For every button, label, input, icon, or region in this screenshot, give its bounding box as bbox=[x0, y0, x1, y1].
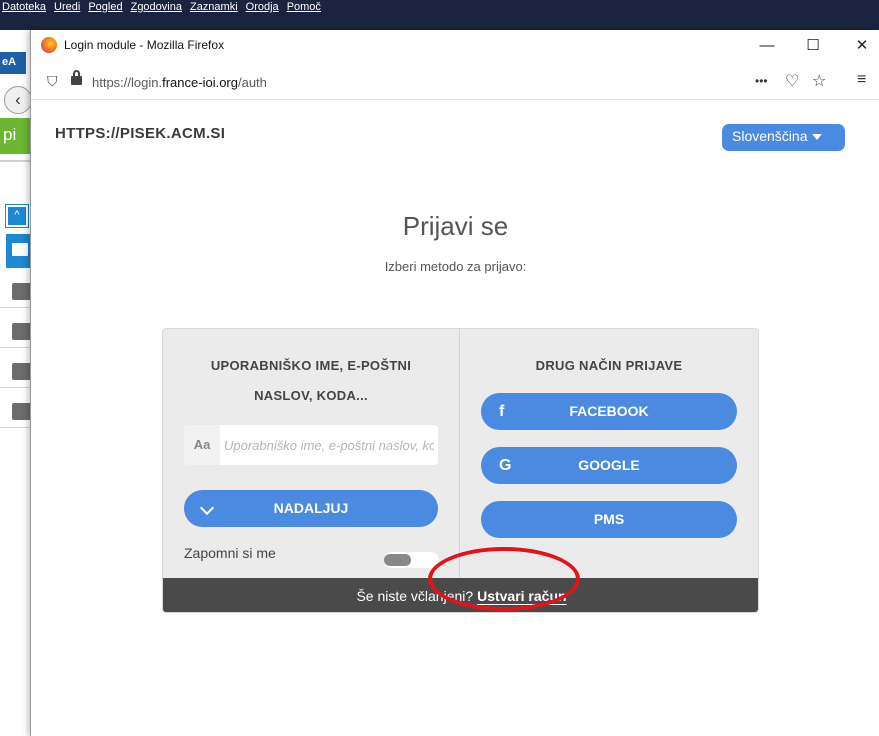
page-heading: Prijavi se bbox=[402, 211, 509, 241]
pms-label: PMS bbox=[593, 511, 625, 527]
menu-bookmarks[interactable]: Zaznamki bbox=[190, 1, 238, 13]
google-label: GOOGLE bbox=[578, 457, 640, 473]
tracking-shield-icon[interactable]: ⛉ bbox=[47, 73, 58, 90]
continue-label: NADALJUJ bbox=[273, 500, 349, 516]
google-login-button[interactable]: G GOOGLE bbox=[481, 447, 737, 484]
page-subheading: Izberi metodo za prijavo: bbox=[384, 259, 527, 274]
username-section-title: UPORABNIŠKO IME, E-POŠTNI NASLOV, KODA..… bbox=[210, 358, 412, 403]
background-tab-icon[interactable]: eA bbox=[0, 52, 26, 74]
menu-edit[interactable]: Uredi bbox=[54, 1, 80, 13]
menu-view[interactable]: Pogled bbox=[88, 1, 122, 13]
annotation-circle bbox=[428, 547, 580, 611]
lock-icon[interactable] bbox=[71, 70, 82, 85]
text-field-icon: Aa bbox=[184, 425, 220, 465]
back-arrow-icon[interactable]: ‹ bbox=[4, 86, 32, 114]
remember-me-label: Zapomni si me bbox=[184, 545, 276, 561]
facebook-login-button[interactable]: f FACEBOOK bbox=[481, 393, 737, 430]
other-methods-title: DRUG NAČIN PRIJAVE bbox=[535, 358, 683, 373]
hamburger-menu-icon[interactable]: ≡ bbox=[857, 71, 866, 89]
background-menu: Datoteka Uredi Pogled Zgodovina Zaznamki… bbox=[0, 1, 321, 13]
facebook-label: FACEBOOK bbox=[569, 403, 649, 419]
username-input[interactable] bbox=[224, 433, 434, 457]
pocket-icon[interactable]: ♡ bbox=[785, 71, 799, 91]
url-text[interactable]: https://login.france-ioi.org/auth bbox=[92, 75, 267, 90]
collapse-icon[interactable]: ^ bbox=[5, 204, 29, 228]
menu-file[interactable]: Datoteka bbox=[2, 1, 46, 13]
language-dropdown[interactable]: Slovenščina bbox=[722, 124, 845, 151]
toggle-knob bbox=[384, 554, 411, 566]
column-divider bbox=[459, 329, 460, 578]
remember-me-toggle[interactable] bbox=[384, 552, 439, 568]
window-title: Login module - Mozilla Firefox bbox=[64, 38, 225, 52]
minimize-button[interactable]: — bbox=[752, 34, 782, 58]
menu-tools[interactable]: Orodja bbox=[246, 1, 279, 13]
site-title: HTTPS://PISEK.ACM.SI bbox=[55, 125, 226, 142]
pms-login-button[interactable]: PMS bbox=[481, 501, 737, 538]
menu-help[interactable]: Pomoč bbox=[287, 1, 321, 13]
maximize-button[interactable]: ☐ bbox=[798, 34, 828, 58]
menu-history[interactable]: Zgodovina bbox=[131, 1, 182, 13]
close-button[interactable]: ✕ bbox=[847, 34, 877, 58]
bookmark-star-icon[interactable]: ☆ bbox=[812, 71, 826, 91]
language-label: Slovenščina bbox=[732, 128, 808, 144]
login-popup-window: Login module - Mozilla Firefox — ☐ ✕ ⛉ h… bbox=[30, 30, 879, 736]
address-bar[interactable]: ⛉ https://login.france-ioi.org/auth ••• … bbox=[31, 66, 879, 100]
page-actions-icon[interactable]: ••• bbox=[755, 74, 768, 88]
facebook-icon: f bbox=[499, 403, 505, 420]
username-field[interactable]: Aa bbox=[184, 425, 438, 465]
continue-button[interactable]: NADALJUJ bbox=[184, 490, 438, 527]
window-titlebar: Login module - Mozilla Firefox — ☐ ✕ bbox=[31, 30, 879, 62]
google-icon: G bbox=[499, 457, 512, 474]
chevron-down-icon bbox=[199, 500, 215, 516]
background-menubar: Datoteka Uredi Pogled Zgodovina Zaznamki… bbox=[0, 0, 879, 30]
caret-down-icon bbox=[811, 134, 822, 141]
firefox-logo-icon bbox=[41, 37, 57, 53]
